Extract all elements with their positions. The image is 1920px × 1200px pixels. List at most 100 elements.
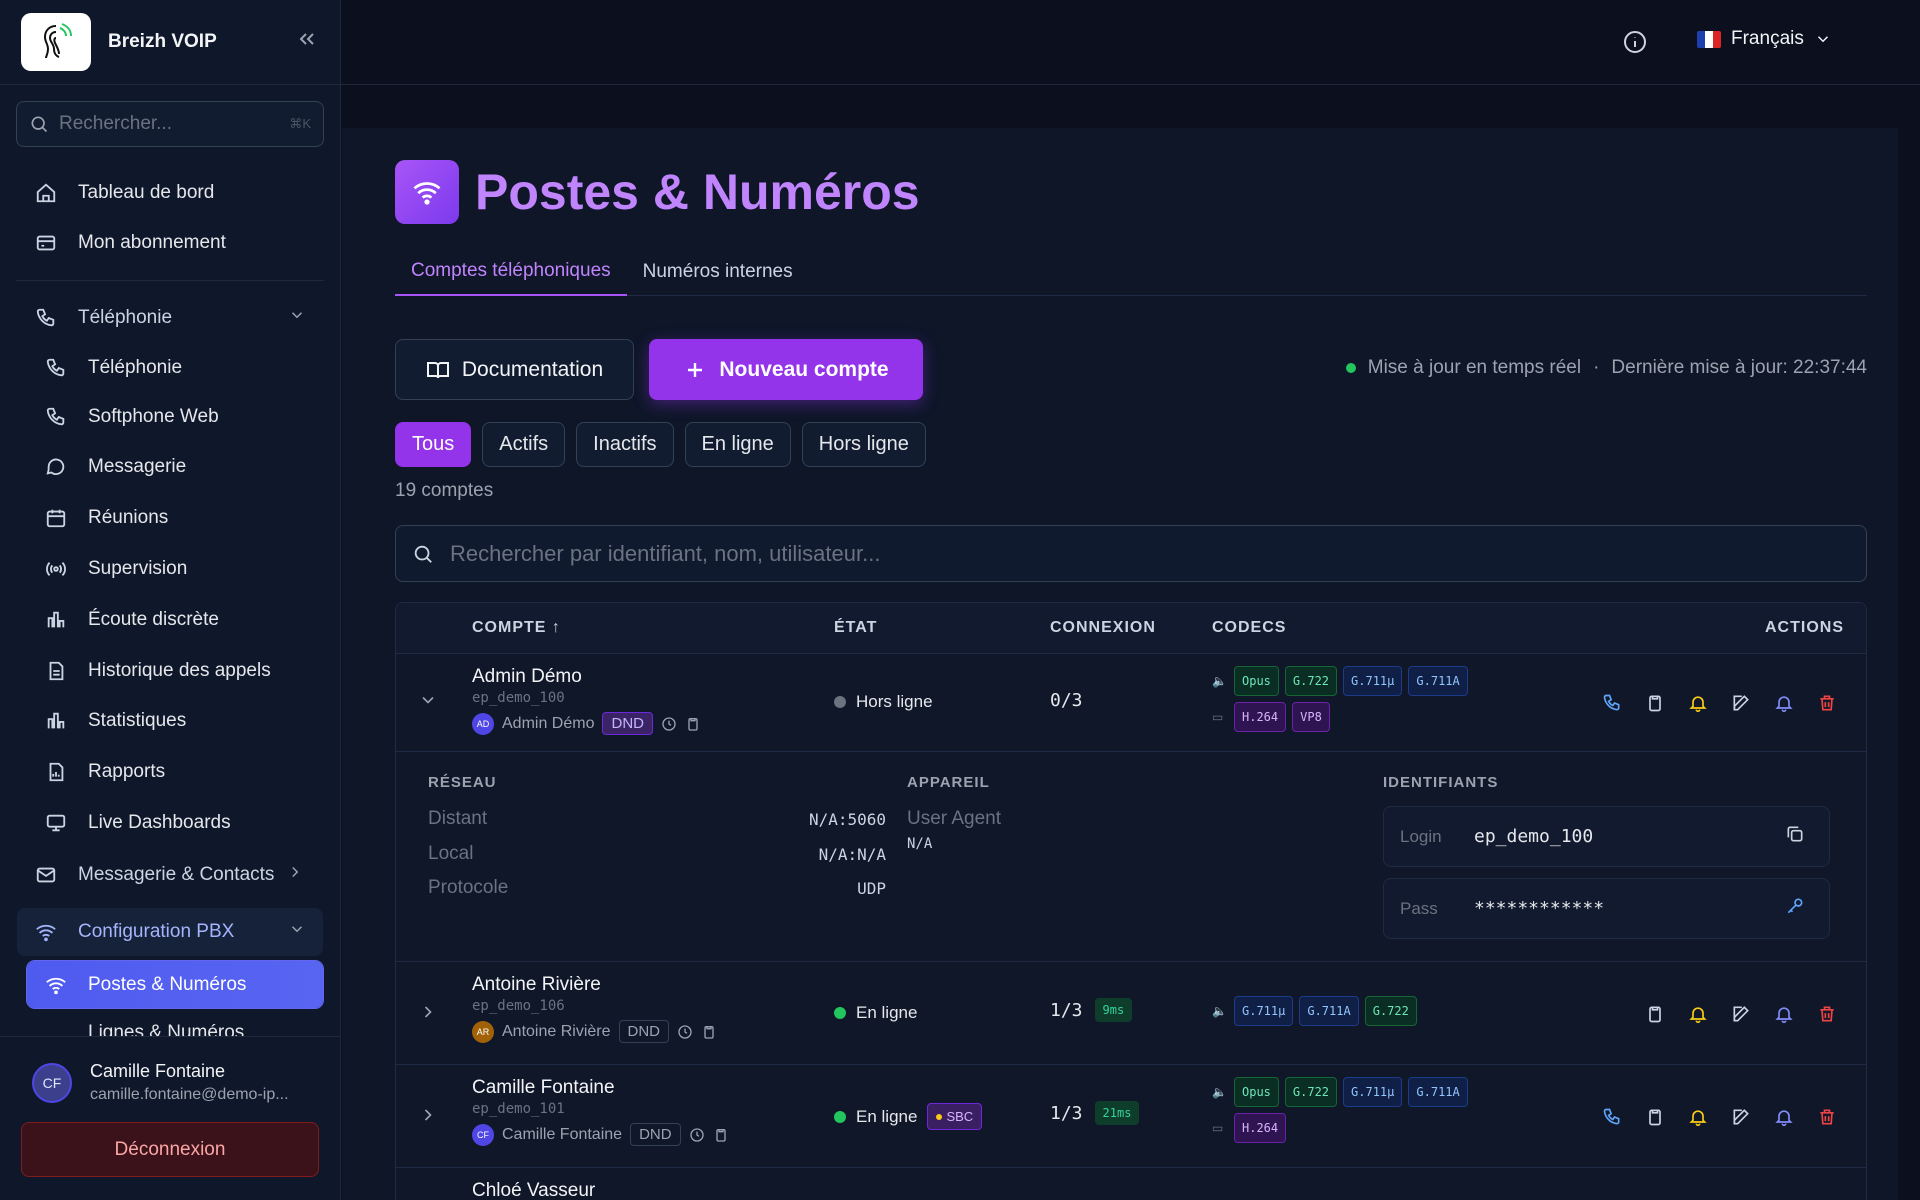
sidebar-item-rapports[interactable]: Rapports [0,746,340,797]
state-label: En ligne [856,1106,918,1126]
table-row[interactable]: Chloé Vasseur [396,1167,1866,1200]
row-details: RÉSEAU Distant N/A:5060 Local N/A:N/A Pr… [396,751,1866,961]
topbar: Français [341,0,1920,85]
notification-icon[interactable] [1773,1106,1795,1128]
sidebar-group-telephonie[interactable]: Téléphonie [0,293,340,343]
sidebar-item-subscription[interactable]: Mon abonnement [0,218,340,268]
search-icon [31,116,48,133]
filter-hors-ligne[interactable]: Hors ligne [801,422,926,467]
sidebar-item-ecoute[interactable]: Écoute discrète [0,594,340,645]
info-icon[interactable] [1623,30,1647,59]
clipboard-icon[interactable] [1644,692,1666,714]
sbc-label: SBC [946,1109,974,1124]
edit-icon[interactable] [1730,1003,1752,1025]
sidebar-item-historique[interactable]: Historique des appels [0,645,340,696]
table-row[interactable]: Admin Démo ep_demo_100 AD Admin Démo DND… [396,653,1866,751]
table-search-input[interactable]: Rechercher par identifiant, nom, utilisa… [395,525,1867,582]
sidebar-group-messagerie-contacts[interactable]: Messagerie & Contacts [0,848,340,902]
sidebar-item-telephonie[interactable]: Téléphonie [0,343,340,393]
filter-actifs[interactable]: Actifs [482,422,566,467]
filter-en-ligne[interactable]: En ligne [684,422,791,467]
codec-badge: Opus [1234,666,1279,696]
sidebar-item-postes-numeros[interactable]: Postes & Numéros [27,961,323,1008]
codec-badge: H.264 [1234,702,1287,732]
user-name: Camille Fontaine [90,1061,226,1081]
table-row[interactable]: Camille Fontaine ep_demo_101 CF Camille … [396,1064,1866,1167]
edit-icon[interactable] [1730,692,1752,714]
sidebar-item-softphone[interactable]: Softphone Web [0,393,340,441]
language-selector[interactable]: Français [1697,28,1832,50]
sidebar-item-label: Mon abonnement [78,232,226,253]
edit-icon[interactable] [1730,1106,1752,1128]
tab-comptes[interactable]: Comptes téléphoniques [395,248,627,296]
wifi-icon [32,921,60,943]
sidebar-item-messagerie[interactable]: Messagerie [0,441,340,493]
trash-icon[interactable] [1816,1106,1838,1128]
chevron-down-icon[interactable] [418,690,438,715]
chevron-right-icon[interactable] [418,1105,438,1130]
brand-logo [21,13,91,71]
clipboard-icon[interactable] [685,716,701,732]
chevron-right-icon[interactable] [418,1002,438,1027]
clock-icon[interactable] [677,1024,693,1040]
notification-icon[interactable] [1773,692,1795,714]
clock-icon[interactable] [661,716,677,732]
dnd-badge[interactable]: DND [618,1020,669,1043]
sidebar-item-label: Statistiques [88,710,187,731]
credit-card-icon [32,232,60,254]
sidebar-item-reunions[interactable]: Réunions [0,493,340,543]
clipboard-icon[interactable] [713,1127,729,1143]
row-actions [1601,1106,1838,1128]
bell-icon[interactable] [1687,692,1709,714]
sidebar-item-live-dashboards[interactable]: Live Dashboards [0,797,340,848]
phone-icon [42,357,70,379]
sidebar-item-statistiques[interactable]: Statistiques [0,696,340,746]
distant-value: N/A:5060 [808,810,886,829]
codec-badge: G.722 [1284,666,1338,696]
new-account-button[interactable]: Nouveau compte [649,339,923,400]
trash-icon[interactable] [1816,692,1838,714]
collapse-sidebar-button[interactable] [295,27,319,58]
new-account-label: Nouveau compte [719,357,889,381]
user-profile[interactable]: CF Camille Fontaine camille.fontaine@dem… [0,1037,340,1104]
avatar: CF [472,1123,494,1146]
sidebar-item-label: Supervision [88,557,188,579]
divider [16,280,324,281]
sidebar-search[interactable]: Rechercher... ⌘K [16,101,324,147]
trash-icon[interactable] [1816,1003,1838,1025]
latency-badge: 21ms [1094,1101,1140,1125]
call-icon[interactable] [1601,1106,1623,1128]
filter-tous[interactable]: Tous [395,422,472,467]
account-id: ep_demo_101 [472,1101,565,1117]
realtime-label: Mise à jour en temps réel [1367,357,1582,378]
sidebar-item-supervision[interactable]: Supervision [0,543,340,594]
filter-inactifs[interactable]: Inactifs [576,422,674,467]
table-search-placeholder: Rechercher par identifiant, nom, utilisa… [450,540,881,566]
key-icon[interactable] [1785,896,1805,921]
user-panel: CF Camille Fontaine camille.fontaine@dem… [0,1036,340,1200]
codec-badge: G.722 [1364,996,1417,1026]
logout-button[interactable]: Déconnexion [21,1122,319,1177]
documentation-button[interactable]: Documentation [395,339,634,400]
sidebar-item-dashboard[interactable]: Tableau de bord [0,168,340,218]
clipboard-icon[interactable] [1644,1003,1666,1025]
bell-icon[interactable] [1687,1003,1709,1025]
sidebar-group-config-pbx[interactable]: Configuration PBX [17,908,323,956]
connection-count: 1/3 [1050,1102,1083,1124]
dnd-badge[interactable]: DND [602,712,653,735]
call-icon[interactable] [1601,692,1623,714]
chevrons-left-icon [299,32,314,45]
clipboard-icon[interactable] [1644,1106,1666,1128]
clipboard-icon[interactable] [701,1024,717,1040]
table-row[interactable]: Antoine Rivière ep_demo_106 AR Antoine R… [396,961,1866,1064]
notification-icon[interactable] [1773,1003,1795,1025]
search-shortcut: ⌘K [289,116,311,131]
copy-icon[interactable] [1785,824,1805,849]
dnd-badge[interactable]: DND [630,1123,681,1146]
codec-badge: G.711A [1299,996,1359,1026]
header-compte[interactable]: COMPTE ↑ [472,619,561,637]
tab-numeros-internes[interactable]: Numéros internes [627,248,809,296]
clock-icon[interactable] [689,1127,705,1143]
avatar: AD [472,712,494,735]
bell-icon[interactable] [1687,1106,1709,1128]
